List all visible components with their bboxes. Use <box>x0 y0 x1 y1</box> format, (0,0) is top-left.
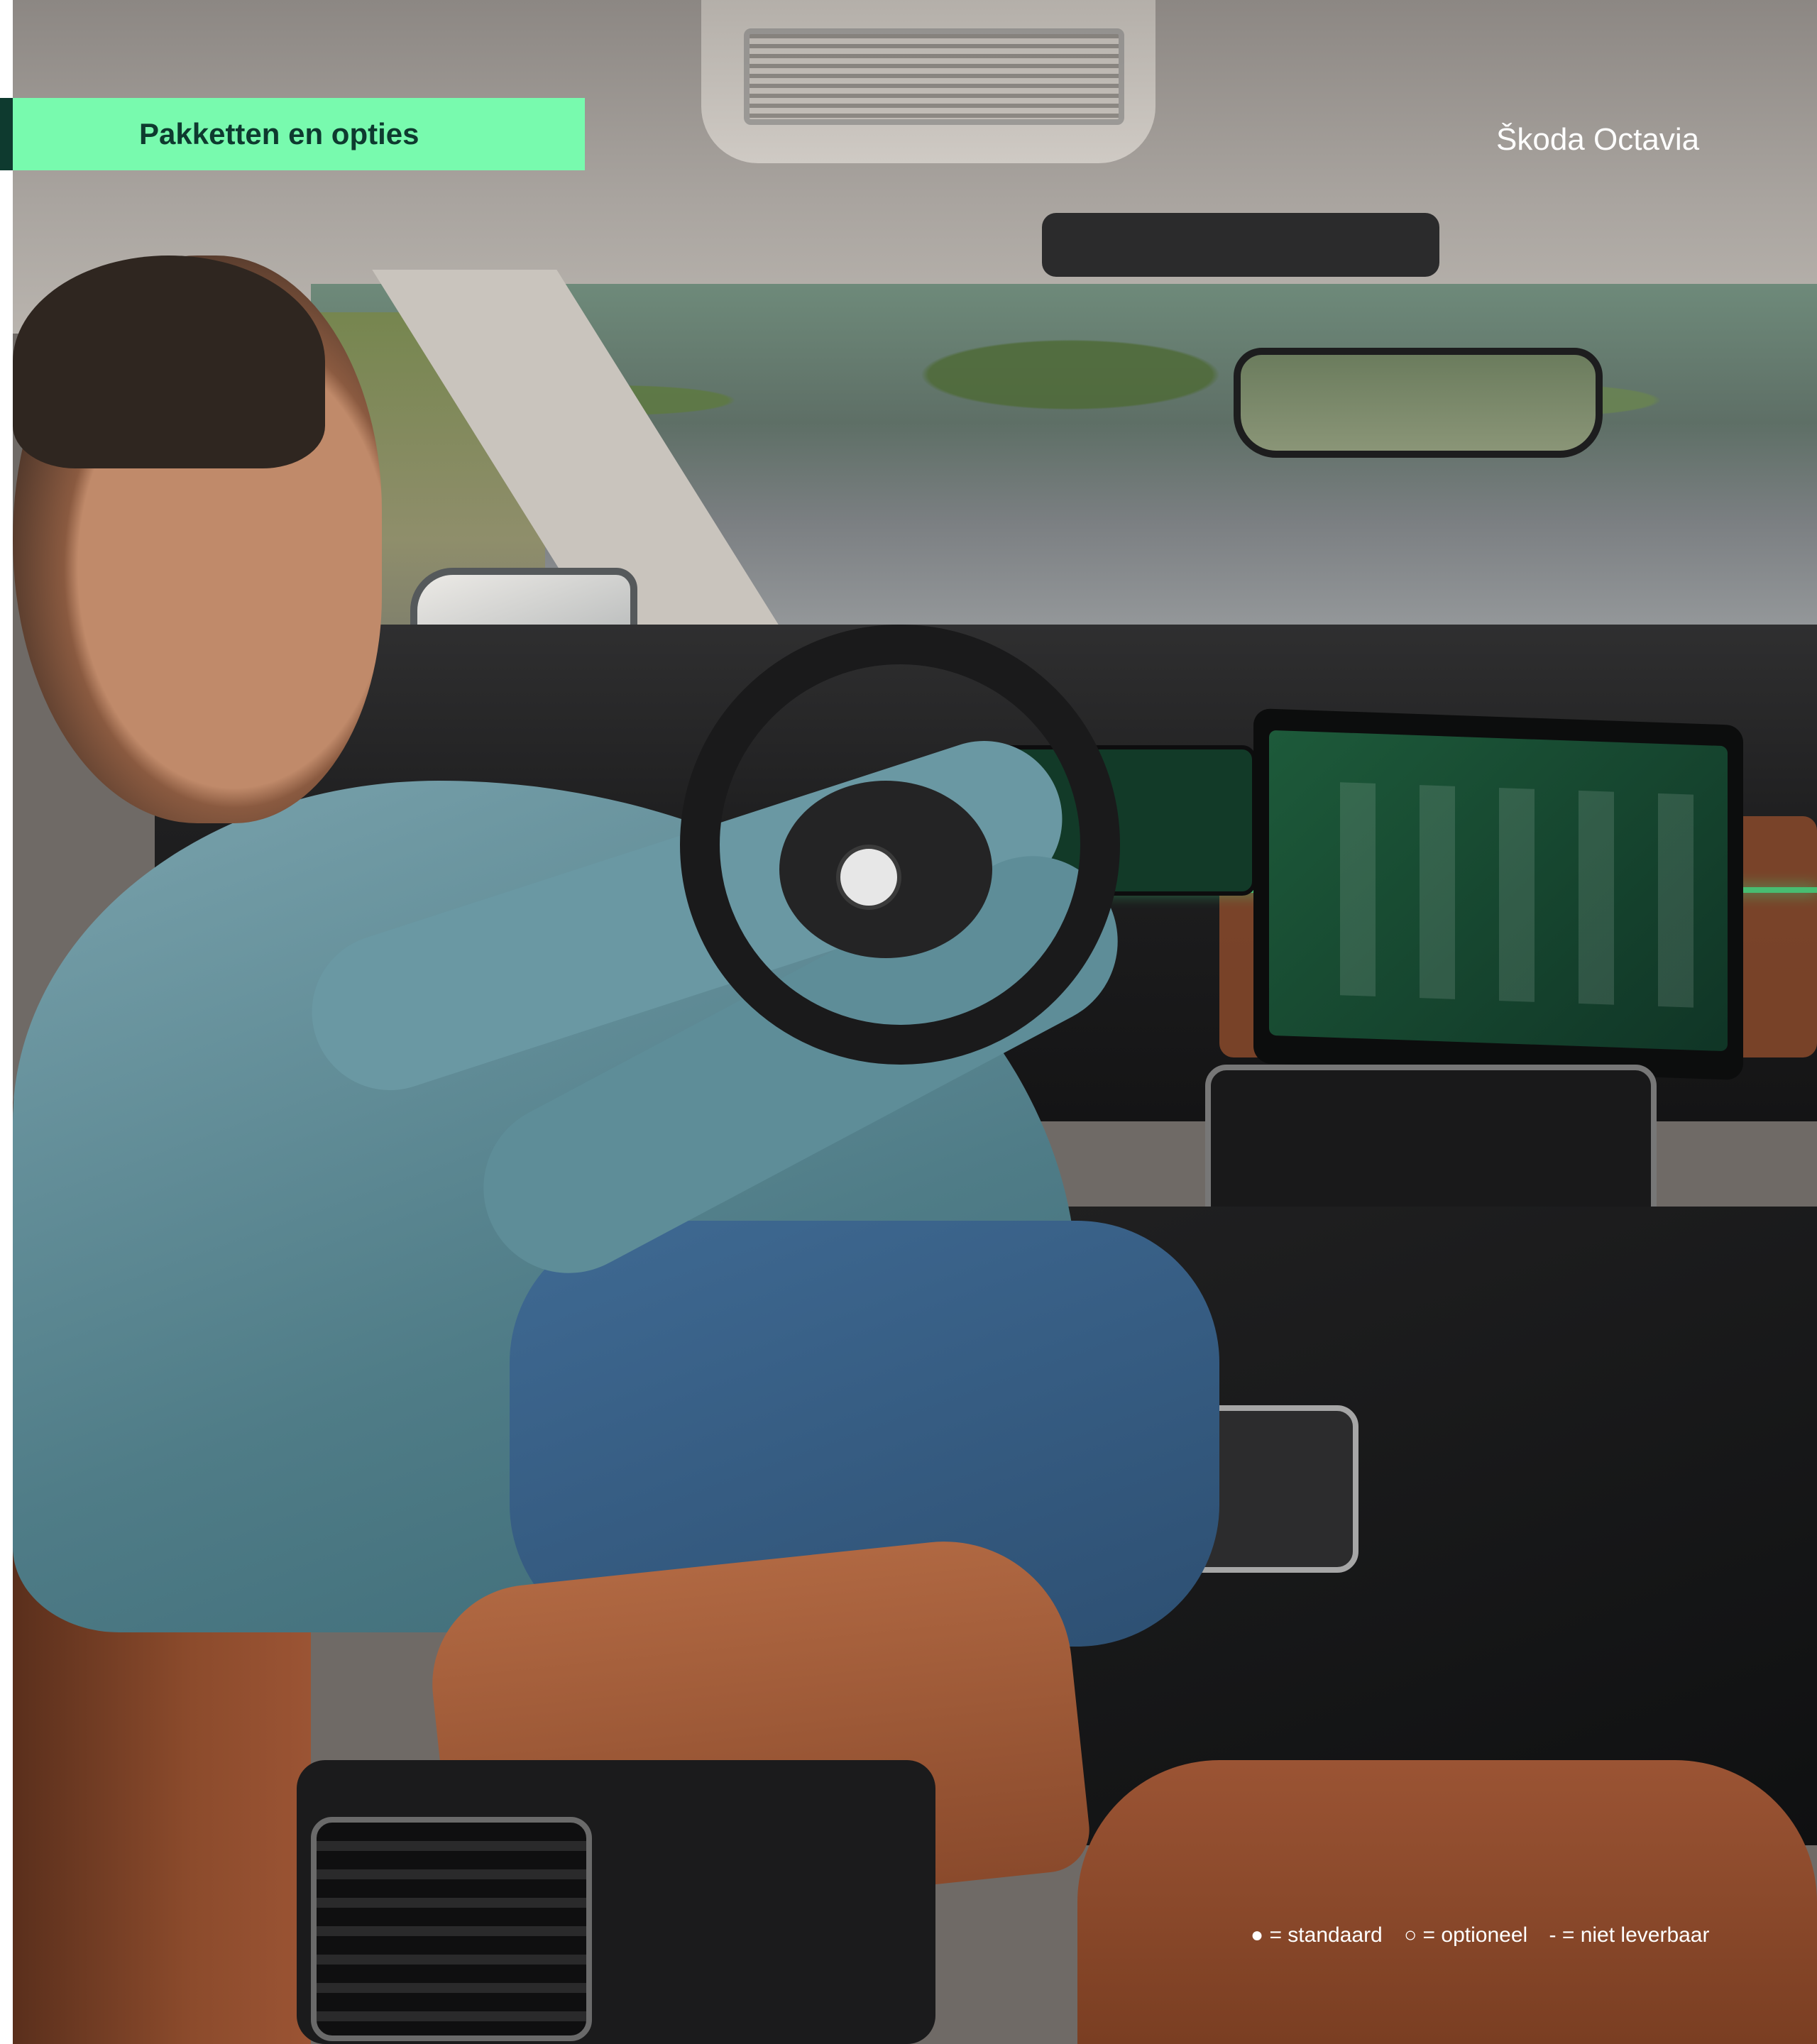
legend: ● = standaard ○ = optioneel - = niet lev… <box>1251 1923 1725 1947</box>
section-title: Pakketten en opties <box>139 117 419 150</box>
overhead-console <box>701 0 1155 163</box>
screen-display <box>1269 730 1728 1052</box>
car-interior-photo <box>13 0 1817 2044</box>
passenger-seat <box>1077 1760 1817 2044</box>
skoda-logo-icon <box>836 845 901 910</box>
rearview-mirror <box>1234 348 1603 458</box>
section-tag-marker <box>0 98 13 170</box>
overhead-vents <box>744 28 1124 125</box>
legend-not-available: - = niet leverbaar <box>1549 1923 1710 1947</box>
screen-tiles <box>1319 781 1716 1009</box>
brand-model-title: Škoda Octavia <box>1496 122 1700 157</box>
overhead-controls <box>1042 213 1439 277</box>
infotainment-screen <box>1253 708 1743 1081</box>
legend-standard: ● = standaard <box>1251 1923 1383 1947</box>
rear-vents <box>311 1817 592 2041</box>
legend-optional: ○ = optioneel <box>1404 1923 1528 1947</box>
driver-hair <box>13 256 325 468</box>
